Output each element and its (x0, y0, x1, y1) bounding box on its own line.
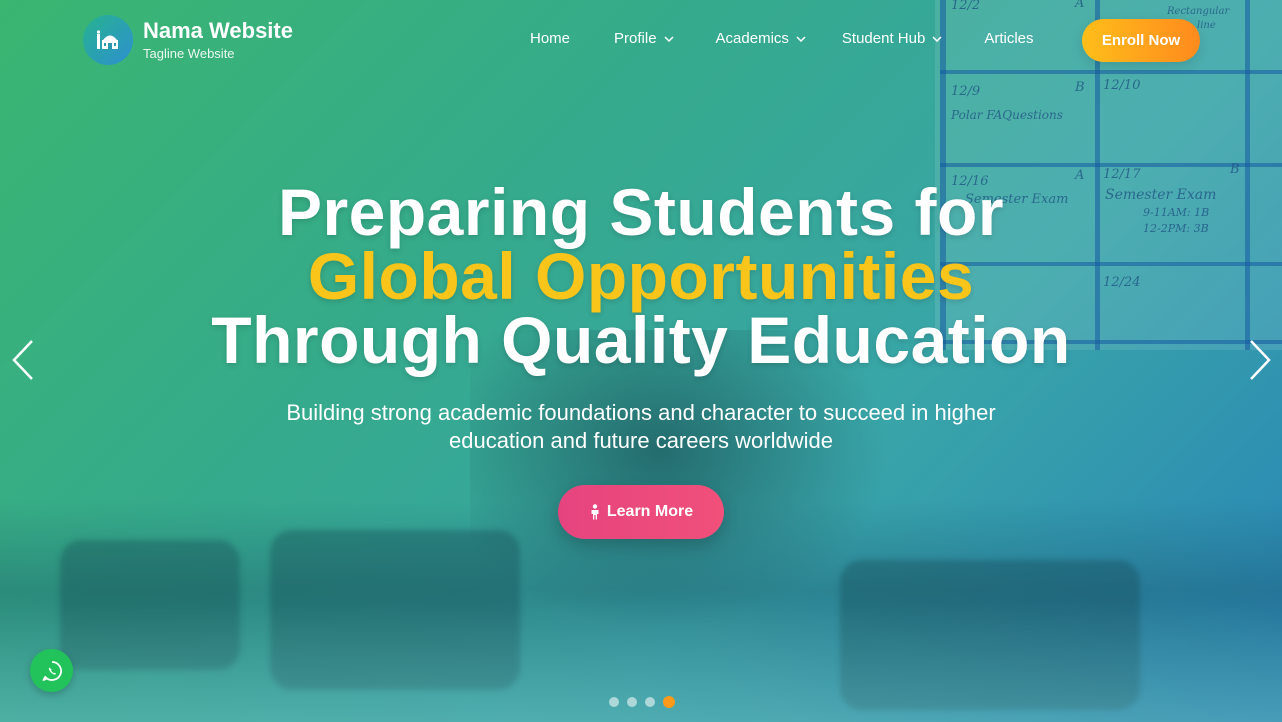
hero-section: 12/2 12/9 Polar FAQuestions 12/10 12/16 … (0, 0, 1282, 722)
carousel-dot[interactable] (645, 697, 655, 707)
whatsapp-icon (42, 660, 62, 681)
learn-more-label: Learn More (606, 503, 694, 520)
nav-articles[interactable]: Articles (984, 30, 1033, 47)
headline-highlight: Global Opportunities (307, 239, 975, 313)
board-text: 12/10 (1103, 78, 1141, 93)
nav-label: Profile (614, 30, 657, 47)
board-text: line (1197, 20, 1216, 31)
board-text: A (1075, 0, 1085, 11)
nav-profile[interactable]: Profile (614, 30, 674, 47)
chevron-down-icon (664, 35, 674, 42)
whatsapp-button[interactable] (30, 649, 73, 692)
chevron-down-icon (796, 35, 806, 42)
headline-line-1: Preparing Students for (277, 175, 1005, 249)
board-text: B (1075, 80, 1085, 95)
nav-home[interactable]: Home (530, 30, 570, 47)
carousel-dot[interactable] (627, 697, 637, 707)
hero-headline: Preparing Students for Global Opportunit… (0, 175, 1282, 377)
board-text: Polar FAQuestions (951, 108, 1063, 122)
headline-line-3: Through Quality Education (211, 303, 1071, 377)
nav-label: Home (530, 30, 571, 47)
carousel-dot-active[interactable] (663, 696, 675, 708)
hero-subtitle: Building strong academic foundations and… (286, 400, 996, 453)
nav-label: Academics (715, 30, 789, 47)
nav-student-hub[interactable]: Student Hub (842, 30, 942, 47)
learn-more-button[interactable]: Learn More (558, 485, 724, 539)
nav-academics[interactable]: Academics (716, 30, 806, 47)
carousel-next-arrow[interactable] (1245, 338, 1275, 382)
nav-label: Student Hub (841, 30, 926, 47)
carousel-prev-arrow[interactable] (8, 338, 38, 382)
board-text: 12/2 (951, 0, 981, 13)
carousel-indicators (609, 696, 675, 708)
chevron-right-icon (1250, 340, 1271, 380)
person-icon (591, 504, 599, 520)
chevron-down-icon (932, 35, 942, 42)
carousel-dot[interactable] (609, 697, 619, 707)
site-tagline: Tagline Website (143, 46, 235, 62)
mosque-icon (83, 15, 133, 65)
nav-label: Articles (984, 30, 1034, 47)
board-text: Rectangular (1167, 6, 1230, 17)
enroll-now-button[interactable]: Enroll Now (1082, 19, 1200, 62)
site-name: Nama Website (143, 17, 293, 43)
chevron-left-icon (12, 340, 33, 380)
site-logo[interactable]: Nama Website Tagline Website (83, 15, 293, 65)
board-text: B (1230, 162, 1240, 177)
main-nav: Home Profile Academics Student Hub Artic… (530, 30, 1034, 47)
board-text: 12/9 (951, 84, 981, 99)
